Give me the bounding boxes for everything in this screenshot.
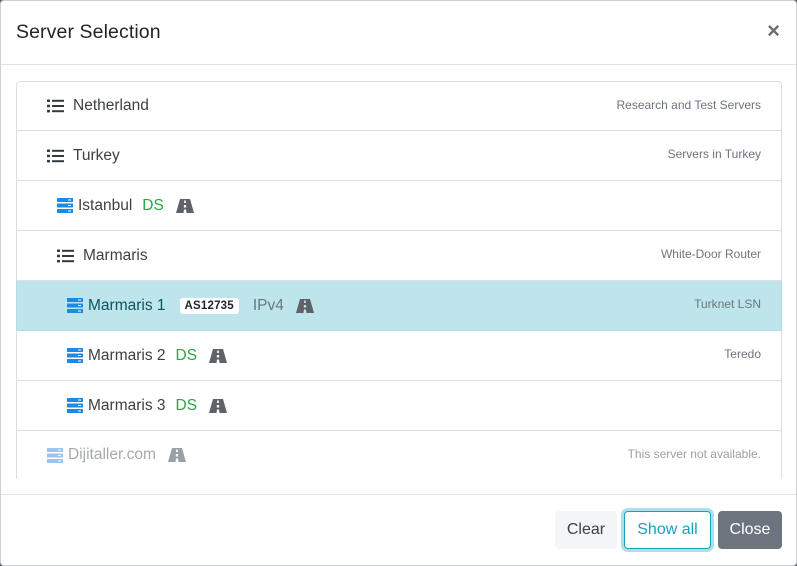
server-icon [57,198,73,213]
modal-header: Server Selection × [1,1,796,65]
server-description: Teredo [724,347,761,361]
ds-tag: DS [175,346,198,364]
server-name: Netherland [73,97,149,114]
server-description: Servers in Turkey [667,147,761,161]
close-button[interactable]: Close [718,511,782,549]
server-name: Marmaris 2 [88,346,166,364]
road-icon [175,198,194,213]
server-name: Marmaris 3 [88,396,166,414]
server-name: Istanbul [78,196,133,214]
server-description: Research and Test Servers [616,98,761,112]
asn-badge: AS12735 [179,297,239,314]
ds-tag: DS [142,196,164,214]
server-name: Turkey [73,146,120,164]
server-name: Dijitaller.com [68,446,156,463]
server-group-turkey[interactable]: Turkey Servers in Turkey [16,131,782,181]
modal-footer: Clear Show all Close [1,494,796,565]
road-icon [209,348,228,363]
close-icon[interactable]: × [767,20,780,42]
server-item-dijitaller: Dijitaller.com This server not available… [16,431,782,479]
server-item-marmaris-2[interactable]: Marmaris 2 DS Teredo [16,331,782,381]
list-icon [47,149,64,163]
ds-tag: DS [175,396,198,414]
server-item-marmaris-3[interactable]: Marmaris 3 DS [16,381,782,431]
road-icon [295,298,314,313]
server-description: White-Door Router [660,247,761,261]
road-icon [209,398,228,413]
server-item-marmaris-1[interactable]: Marmaris 1 AS12735 IPv4 Turknet LSN [16,281,782,331]
server-description: This server not available. [627,447,761,461]
server-icon [67,298,83,313]
list-icon [47,99,64,113]
list-icon [57,249,74,263]
server-group-marmaris[interactable]: Marmaris White-Door Router [16,231,782,281]
server-icon [67,398,83,413]
server-list: Netherland Research and Test Servers Tur… [16,81,782,479]
clear-button[interactable]: Clear [555,511,617,549]
modal-title: Server Selection [16,21,161,43]
server-name: Marmaris [83,246,148,264]
show-all-button[interactable]: Show all [624,511,711,549]
server-name: Marmaris 1 [88,296,166,314]
server-icon [67,348,83,363]
server-selection-modal: Server Selection × Netherland Research a… [0,0,797,566]
road-icon [167,448,186,462]
server-description: Turknet LSN [694,297,761,311]
protocol-label: IPv4 [252,296,284,314]
server-icon [47,447,63,463]
server-item-istanbul[interactable]: Istanbul DS [16,181,782,231]
server-group-netherland[interactable]: Netherland Research and Test Servers [16,81,782,131]
